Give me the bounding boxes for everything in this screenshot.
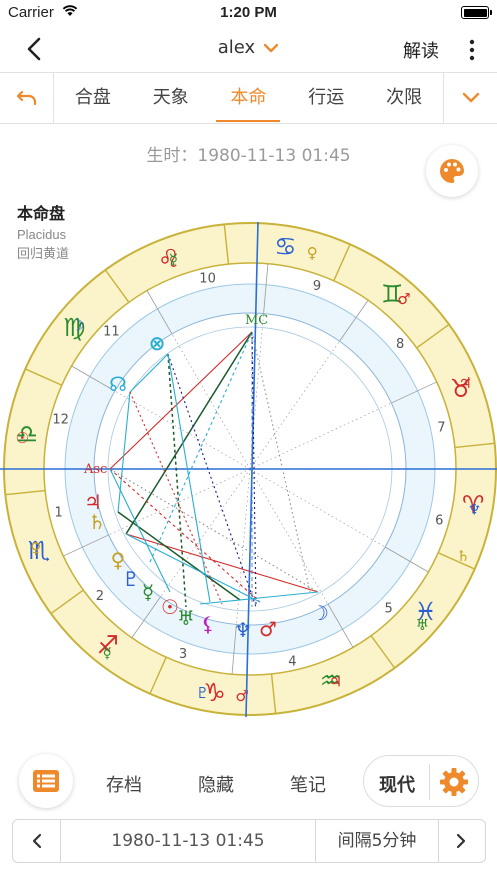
house-number: 12	[52, 412, 69, 427]
chevron-down-icon	[462, 92, 479, 103]
hide-button[interactable]: 隐藏	[198, 771, 234, 797]
ruler-glyph-icon: ♄	[457, 547, 470, 565]
bottom-action-bar: 存档 隐藏 笔记 现代	[0, 752, 497, 812]
house-number: 5	[384, 602, 392, 617]
chart-list-button[interactable]	[19, 754, 73, 808]
theme-palette-button[interactable]	[426, 145, 478, 197]
save-archive-button[interactable]: 存档	[106, 771, 142, 797]
ruler-glyph-icon: ♃	[458, 374, 471, 392]
lilith-icon: ⚸	[201, 612, 216, 636]
sign-cancer-icon: ♋	[274, 232, 296, 261]
undo-icon	[16, 90, 36, 106]
tab-synastry[interactable]: 合盘	[65, 73, 121, 123]
previous-time-button[interactable]	[13, 820, 61, 862]
time-stepper: 1980-11-13 01:45 间隔5分钟	[12, 819, 486, 863]
chevron-down-icon	[264, 43, 279, 53]
birth-time: 生时：1980-11-13 01:45	[146, 146, 351, 166]
tab-natal[interactable]: 本命	[216, 73, 281, 123]
ruler-glyph-icon: ☉	[16, 429, 29, 447]
chevron-right-icon	[456, 833, 466, 849]
house-number: 10	[199, 272, 216, 287]
mercury-icon: ☿	[142, 580, 154, 604]
neptune-icon: ♆	[234, 618, 252, 642]
ruler-glyph-icon: ♆	[468, 501, 481, 519]
house-number: 3	[179, 647, 187, 662]
list-icon	[33, 770, 59, 792]
expand-tabs-button[interactable]	[443, 73, 497, 123]
notes-button[interactable]: 笔记	[290, 771, 326, 797]
ruler-glyph-icon: ♃	[329, 672, 342, 690]
gear-icon[interactable]	[438, 766, 470, 798]
status-time: 1:20 PM	[220, 4, 277, 21]
tab-transits[interactable]: 行运	[298, 73, 354, 123]
house-number: 1	[55, 505, 63, 520]
chevron-left-icon	[32, 833, 41, 849]
pluto-icon: ♇	[122, 567, 140, 591]
ruler-glyph-icon: ☿	[103, 644, 112, 662]
mc-label: MC	[245, 313, 268, 328]
more-vertical-icon[interactable]	[469, 39, 475, 61]
undo-button[interactable]	[0, 73, 54, 123]
mars-icon: ♂	[259, 617, 277, 641]
tab-progressions[interactable]: 次限	[376, 73, 432, 123]
ruler-glyph-icon: ♀	[30, 539, 41, 557]
interval-selector[interactable]: 间隔5分钟	[315, 820, 439, 862]
palette-icon	[440, 159, 464, 183]
battery-icon	[461, 6, 492, 19]
house-number: 8	[396, 337, 404, 352]
status-bar: Carrier 1:20 PM	[0, 0, 497, 26]
part-of-fortune-icon: ⊗	[149, 331, 166, 355]
tab-transit-sky[interactable]: 天象	[143, 73, 199, 123]
house-number: 11	[103, 324, 120, 339]
house-number: 4	[288, 654, 296, 669]
ruler-glyph-icon: ☽	[71, 316, 84, 334]
mode-label: 现代	[379, 775, 415, 796]
saturn-icon: ♄	[88, 510, 106, 534]
interpret-button[interactable]: 解读	[403, 37, 439, 63]
house-number: 9	[313, 279, 321, 294]
ruler-glyph-icon: ♀	[307, 244, 318, 262]
asc-label: Asc	[83, 462, 107, 477]
natal-chart-wheel[interactable]: ♎♍♌ ♋♊♉♈♓♒♑♐♏♀☿☉☽☿ ♀♂♃♆♄♅♃♂♇123 45678910111…	[0, 212, 497, 724]
chart-owner-name: alex	[217, 37, 256, 58]
house-number: 2	[96, 589, 104, 604]
next-time-button[interactable]	[437, 820, 485, 862]
astrology-mode-toggle[interactable]: 现代	[363, 755, 479, 807]
ruler-glyph-icon: ♂	[397, 290, 410, 308]
north-node-icon: ☊	[109, 372, 127, 396]
house-number: 7	[437, 421, 445, 436]
ruler-glyph-icon: ♅	[416, 616, 429, 634]
ruler-glyph-icon: ♇	[196, 684, 209, 702]
ruler-glyph-icon: ☿	[169, 251, 178, 269]
navigation-bar: alex 解读	[0, 26, 497, 72]
moon-icon: ☽	[311, 601, 329, 625]
house-number: 6	[435, 514, 443, 529]
current-datetime[interactable]: 1980-11-13 01:45	[61, 820, 315, 862]
uranus-icon: ♅	[177, 606, 195, 630]
chart-type-tabs: 合盘 天象 本命 行运 次限	[0, 72, 497, 124]
